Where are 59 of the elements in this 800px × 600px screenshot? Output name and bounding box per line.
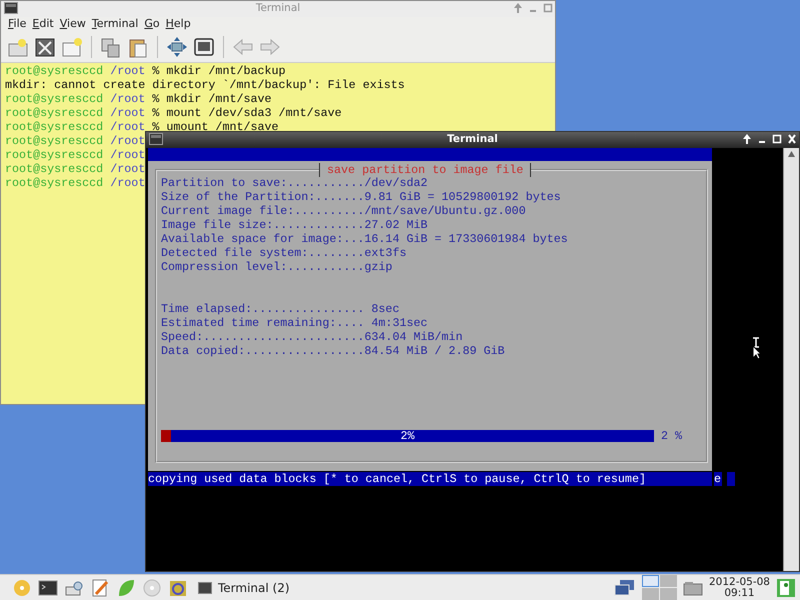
workspace-cell[interactable] bbox=[642, 575, 659, 587]
menu-item[interactable]: File bbox=[5, 17, 30, 31]
text-cursor bbox=[727, 472, 735, 486]
info-line: Detected file system:........ext3fs bbox=[161, 246, 408, 260]
info-line: Image file size:.............27.02 MiB bbox=[161, 218, 429, 232]
progress-info-line: Estimated time remaining:.... 4m:31sec bbox=[161, 316, 429, 330]
terminal-line: root@sysresccd /root bbox=[5, 162, 146, 176]
close-icon[interactable] bbox=[787, 133, 797, 145]
workspace-cell[interactable] bbox=[660, 588, 677, 600]
terminal-icon[interactable] bbox=[149, 133, 163, 145]
up-arrow-icon[interactable] bbox=[787, 150, 796, 158]
progress-info-line: Data copied:.................84.54 MiB / 2.89 GiB bbox=[161, 344, 506, 358]
window-title: Terminal bbox=[256, 1, 300, 16]
workspace-cell[interactable] bbox=[642, 588, 659, 600]
copy-icon[interactable] bbox=[100, 36, 122, 58]
clock-date: 2012-05-08 bbox=[708, 576, 770, 588]
terminal-icon[interactable] bbox=[38, 578, 58, 598]
monitor-icon[interactable] bbox=[193, 36, 215, 58]
info-line: Compression level:...........gzip bbox=[161, 260, 394, 274]
status-text: e bbox=[714, 472, 722, 486]
progress-reading: 2 % bbox=[661, 429, 682, 443]
notepad-pencil-icon[interactable] bbox=[90, 578, 110, 598]
terminal-line: root@sysresccd /root % mkdir /mnt/backup bbox=[5, 64, 286, 78]
terminal-line: root@sysresccd /root % mkdir /mnt/save bbox=[5, 92, 272, 106]
progress-label: 2% bbox=[399, 429, 416, 443]
mouse-pointer-icon bbox=[750, 337, 762, 359]
terminal-icon[interactable] bbox=[4, 2, 18, 14]
close-tab-icon[interactable] bbox=[34, 36, 56, 58]
terminal-icon bbox=[198, 582, 212, 594]
info-line: Available space for image:...16.14 GiB = 17330601984 bytes bbox=[161, 232, 569, 246]
menu-item[interactable]: View bbox=[56, 17, 89, 31]
exit-icon[interactable] bbox=[776, 578, 796, 598]
move-arrows-icon[interactable] bbox=[166, 36, 188, 58]
terminal-line: root@sysresccd /root % umount /mnt/save bbox=[5, 120, 279, 134]
info-line: Size of the Partition:.......9.81 GiB = 10529800192 bytes bbox=[161, 190, 562, 204]
network-computers-icon[interactable] bbox=[614, 578, 636, 598]
raise-icon[interactable] bbox=[742, 133, 752, 145]
new-window-icon[interactable] bbox=[61, 36, 83, 58]
dialog-title: save partition to image file bbox=[319, 163, 532, 177]
menu-item[interactable]: Help bbox=[162, 17, 194, 31]
scrollbar[interactable] bbox=[783, 148, 799, 571]
info-line: Partition to save:.........../dev/sda2 bbox=[161, 176, 429, 190]
terminal-line: root@sysresccd /root bbox=[5, 176, 146, 190]
info-line: Current image file:........../mnt/save/Ubuntu.gz.000 bbox=[161, 204, 527, 218]
progress-info-line: Time elapsed:................ 8sec bbox=[161, 302, 400, 316]
clock[interactable]: 2012-05-08 09:11 bbox=[708, 576, 770, 598]
menu-item[interactable]: Edit bbox=[29, 17, 57, 31]
taskbar-button[interactable]: Terminal (2) bbox=[194, 578, 294, 596]
window-title: Terminal bbox=[447, 132, 498, 148]
terminal-line: mkdir: cannot create directory `/mnt/backup': File exists bbox=[5, 78, 405, 92]
menu-item[interactable]: Terminal bbox=[88, 17, 142, 31]
menu-item[interactable]: Go bbox=[141, 17, 163, 31]
terminal-line: root@sysresccd /root bbox=[5, 148, 146, 162]
clock-time: 09:11 bbox=[723, 588, 756, 598]
terminal-line: root@sysresccd /root bbox=[5, 134, 146, 148]
progress-info-line: Speed:.......................634.04 MiB/min bbox=[161, 330, 464, 344]
leaf-icon[interactable] bbox=[116, 578, 136, 598]
workspace-cell[interactable] bbox=[660, 575, 677, 587]
terminal-line: root@sysresccd /root % mount /dev/sda3 /mnt/save bbox=[5, 106, 342, 120]
